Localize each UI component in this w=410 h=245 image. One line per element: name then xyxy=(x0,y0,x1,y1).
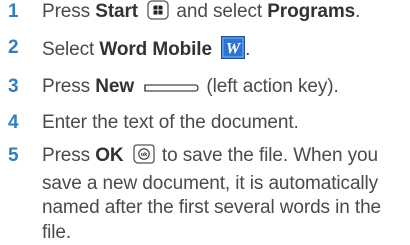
step-number: 4 xyxy=(8,112,19,133)
step-number: 2 xyxy=(8,37,19,58)
step-text: Press xyxy=(42,1,96,22)
svg-text:ok: ok xyxy=(141,152,148,158)
word-mobile-icon: W xyxy=(221,36,246,67)
word-mobile-label: Word Mobile xyxy=(99,39,212,60)
step-2: 2 Select Word Mobile W . xyxy=(0,36,410,67)
programs-label: Programs xyxy=(267,1,356,22)
start-key-icon xyxy=(147,0,169,28)
step-number: 5 xyxy=(8,145,19,166)
step-number: 1 xyxy=(8,1,19,22)
step-number: 3 xyxy=(8,76,19,97)
left-action-key-icon xyxy=(143,78,199,103)
ok-label: OK xyxy=(95,145,124,166)
step-text: Enter the text of the document. xyxy=(42,112,299,133)
instruction-steps: 1 Press Start and select Programs. 2 Sel… xyxy=(0,0,410,245)
step-text: Press xyxy=(42,145,96,166)
step-text: Select xyxy=(42,39,100,60)
step-3: 3 Press New (left action key). xyxy=(0,75,410,103)
step-4: 4 Enter the text of the document. xyxy=(0,111,410,136)
step-1: 1 Press Start and select Programs. xyxy=(0,0,410,28)
svg-text:W: W xyxy=(226,41,242,58)
new-label: New xyxy=(95,76,135,97)
ok-key-icon: ok xyxy=(133,144,155,172)
step-5: 5 Press OK ok to save the file. When you… xyxy=(8,144,382,243)
step-text: Press xyxy=(42,76,96,97)
start-label: Start xyxy=(95,1,139,22)
